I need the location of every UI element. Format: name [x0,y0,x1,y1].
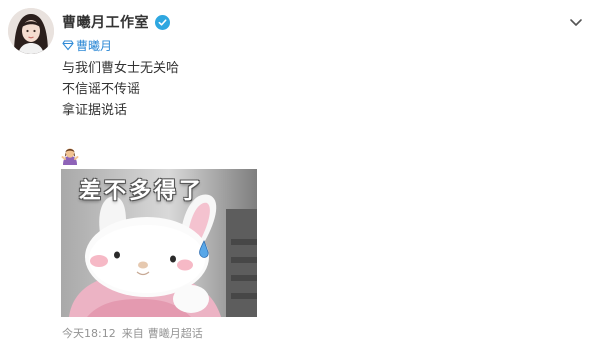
weibo-post-card: 曹曦月工作室 曹曦月 与我们曹女士无关哈 不信谣不传谣 拿证据说话 差不多得了 … [0,0,600,360]
image-caption-text: 差不多得了 [79,179,205,204]
post-text-line: 与我们曹女士无关哈 [62,61,180,76]
more-options-button[interactable] [568,14,584,30]
source-prefix: 来自 [121,327,144,340]
post-footer: 今天18:12 来自 曹曦月超话 [62,326,203,340]
post-text-line: 不信谣不传谣 [62,82,141,97]
source-link[interactable]: 曹曦月超话 [148,325,203,341]
chevron-down-icon [570,19,582,26]
supertopic-diamond-icon [62,40,74,51]
avatar-photo [8,8,54,54]
post-header: 曹曦月工作室 [62,12,170,32]
supertopic-tag[interactable]: 曹曦月 [62,36,112,54]
post-text-line: 拿证据说话 [62,103,128,118]
person-gesture-emoji-icon [60,145,80,165]
post-image[interactable]: 差不多得了 [61,169,257,317]
username[interactable]: 曹曦月工作室 [62,12,149,32]
supertopic-label: 曹曦月 [76,38,113,53]
verified-badge-icon [155,14,170,30]
post-timestamp[interactable]: 今天18:12 [62,325,116,341]
avatar[interactable] [8,8,54,54]
